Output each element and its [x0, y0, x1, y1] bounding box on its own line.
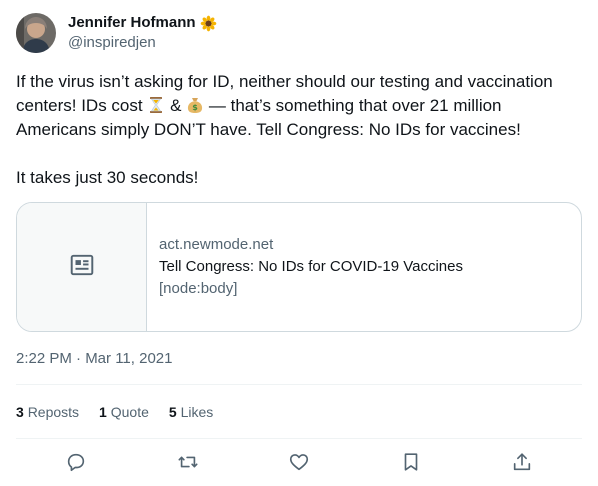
tweet-header: Jennifer Hofmann @inspiredjen	[16, 12, 217, 54]
hourglass-icon	[147, 96, 165, 114]
divider	[16, 438, 582, 439]
likes-label: Likes	[180, 404, 214, 420]
card-description: [node:body]	[159, 280, 238, 297]
quotes-count: 1	[99, 404, 107, 420]
svg-text:$: $	[192, 103, 198, 112]
share-icon[interactable]	[510, 450, 534, 474]
display-name-text[interactable]: Jennifer Hofmann	[68, 13, 196, 33]
card-domain: act.newmode.net	[159, 236, 274, 253]
repost-icon[interactable]	[176, 450, 200, 474]
action-bar	[16, 450, 582, 474]
card-thumbnail[interactable]	[17, 203, 147, 331]
tweet-line: It takes just 30 seconds!	[16, 168, 199, 187]
tweet-text-segment: &	[170, 96, 182, 115]
like-icon[interactable]	[287, 450, 311, 474]
tweet-text: If the virus isn’t asking for ID, neithe…	[16, 70, 582, 190]
tweet-timestamp[interactable]: 2:22 PM · Mar 11, 2021	[16, 348, 172, 370]
display-name[interactable]: Jennifer Hofmann	[68, 13, 217, 33]
card-body[interactable]: act.newmode.net Tell Congress: No IDs fo…	[147, 203, 475, 331]
user-handle[interactable]: @inspiredjen	[68, 33, 217, 53]
bookmark-icon[interactable]	[399, 450, 423, 474]
divider	[16, 384, 582, 385]
quotes-label: Quote	[110, 404, 149, 420]
likes-count: 5	[168, 404, 177, 420]
link-card[interactable]: act.newmode.net Tell Congress: No IDs fo…	[16, 202, 582, 332]
tweet-line: Americans simply DON’T have. Tell Congre…	[16, 120, 521, 139]
reposts-label: Reposts	[27, 404, 80, 420]
article-icon	[69, 252, 95, 283]
tweet-line: If the virus isn’t asking for ID, neithe…	[16, 72, 553, 91]
reply-icon[interactable]	[64, 450, 88, 474]
tweet-text-segment: — that’s something that over 21 million	[208, 96, 502, 115]
quotes-stat[interactable]: 1 Quote	[99, 401, 149, 423]
likes-stat[interactable]: 5 Likes	[169, 401, 213, 423]
reposts-stat[interactable]: 3 Reposts	[16, 401, 79, 423]
reposts-count: 3	[16, 404, 24, 420]
card-title: Tell Congress: No IDs for COVID-19 Vacci…	[159, 258, 463, 275]
tweet-line: centers! IDs cost & $ — that’s something…	[16, 94, 582, 118]
tweet-text-segment: centers! IDs cost	[16, 96, 143, 115]
money-bag-icon: $	[186, 96, 204, 114]
avatar[interactable]	[16, 13, 56, 53]
sunflower-icon	[200, 15, 217, 32]
engagement-stats: 3 Reposts 1 Quote 5 Likes	[16, 401, 233, 423]
